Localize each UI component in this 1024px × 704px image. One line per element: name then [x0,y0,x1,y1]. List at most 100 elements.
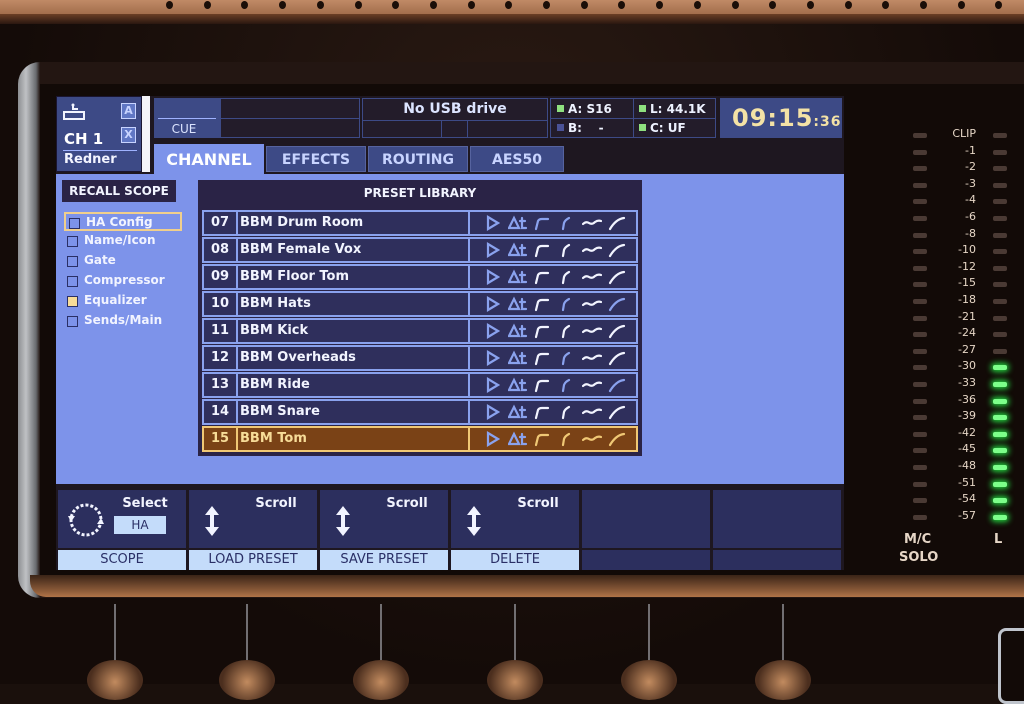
checkbox[interactable] [67,296,78,307]
meter-scale-label: -30 [958,359,976,373]
tab-effects[interactable]: EFFECTS [266,146,366,172]
rotary-encoder[interactable] [353,660,409,700]
preset-row[interactable]: 12 BBM Overheads [202,345,638,371]
clock-time: 09:15:36 [732,104,842,132]
recall-scope-item[interactable]: Equalizer [64,292,182,311]
encoder-shaft [648,604,650,664]
solo-meter-led [913,315,927,321]
rotary-icon [68,503,104,537]
checkbox[interactable] [67,256,78,267]
rotary-encoder[interactable] [755,660,811,700]
preset-row[interactable]: 14 BBM Snare [202,399,638,425]
preset-number: 11 [204,320,238,342]
preset-number: 12 [204,347,238,369]
softkey-empty[interactable] [582,490,710,570]
preset-row[interactable]: 11 BBM Kick [202,318,638,344]
gate-icon [534,350,550,370]
eq-icon [581,431,603,451]
vent-hole [882,1,890,9]
meter-scale-label: -36 [958,392,976,406]
vent-hole [241,1,249,9]
recall-scope-item[interactable]: HA Config [64,212,182,231]
status-a: A: S16 [557,102,612,116]
tab-aes50[interactable]: AES50 [470,146,564,172]
meter-scale-label: -21 [958,309,976,323]
softkey-scope[interactable]: Select HA SCOPE [58,490,186,570]
preset-library-title: PRESET LIBRARY [363,186,477,200]
channel-color-bar [142,96,150,172]
meter-scale-label: -51 [958,475,976,489]
tab-routing[interactable]: ROUTING [368,146,468,172]
preset-row[interactable]: 07 BBM Drum Room [202,210,638,236]
softkey-action: Scroll [517,496,559,511]
meter-scale-label: -2 [965,160,976,174]
softkey-delete[interactable]: Scroll DELETE [451,490,579,570]
lcd-screen: A X CH 1 Redner CUE No USB drive A: S16 … [56,96,844,570]
divider [158,118,216,119]
solo-meter-led [913,481,927,487]
preset-row[interactable]: 15 BBM Tom [202,426,638,452]
checkbox[interactable] [69,218,80,229]
meter-label-l: L [994,532,1003,547]
solo-meter-led [913,133,927,138]
status-indicator-icon [557,124,564,131]
microphone-icon [63,103,85,120]
top-vent-strip [0,0,1024,14]
meter-scale-label: -57 [958,508,976,522]
compressor-icon [560,242,576,262]
meter-label-mc: M/C [904,532,932,547]
softkey-save-preset[interactable]: Scroll SAVE PRESET [320,490,448,570]
left-meter-led [993,514,1007,520]
solo-meter-led [913,431,927,437]
left-meter-led [993,365,1007,371]
preset-scope-icons [468,374,638,396]
softkey-label: SAVE PRESET [320,550,448,570]
vent-hole [429,1,437,9]
eq-icon [581,296,603,316]
preset-row[interactable]: 13 BBM Ride [202,372,638,398]
usb-status: No USB drive [362,98,548,138]
preset-row[interactable]: 10 BBM Hats [202,291,638,317]
gate-icon [534,269,550,289]
rotary-encoder[interactable] [621,660,677,700]
softkey-label: DELETE [451,550,579,570]
solo-meter-led [913,166,927,172]
left-meter-led [993,149,1007,155]
softkey-empty[interactable] [713,490,841,570]
preamp-icon [486,404,501,424]
rotary-encoder[interactable] [87,660,143,700]
preset-scope-icons [468,266,638,288]
recall-scope-item[interactable]: Sends/Main [64,312,182,331]
preset-name: BBM Hats [240,296,311,311]
recall-scope-item[interactable]: Name/Icon [64,232,182,251]
preamp-icon [486,377,501,397]
up-down-arrow-icon [467,506,481,536]
eq-icon [581,215,603,235]
cue-box: CUE [154,98,220,138]
solo-meter-led [913,415,927,421]
side-button[interactable] [998,628,1024,704]
channel-info[interactable]: A X CH 1 Redner [56,96,142,172]
preset-name: BBM Snare [240,404,320,419]
rotary-encoder[interactable] [487,660,543,700]
eq-icon [581,377,603,397]
softkey-action: Scroll [386,496,428,511]
left-meter-led [993,166,1007,172]
tab-channel[interactable]: CHANNEL [154,144,264,174]
checkbox[interactable] [67,316,78,327]
rotary-encoder[interactable] [219,660,275,700]
softkey-load-preset[interactable]: Scroll LOAD PRESET [189,490,317,570]
left-meter-led [993,265,1007,271]
left-meter-led [993,415,1007,421]
recall-scope-item[interactable]: Gate [64,252,182,271]
eq-icon [581,269,603,289]
recall-scope-item[interactable]: Compressor [64,272,182,291]
preset-row[interactable]: 08 BBM Female Vox [202,237,638,263]
meter-label-solo: SOLO [899,550,939,565]
preset-row[interactable]: 09 BBM Floor Tom [202,264,638,290]
eq-icon [581,404,603,424]
delay-icon [507,431,528,451]
checkbox[interactable] [67,276,78,287]
checkbox[interactable] [67,236,78,247]
sends-icon [608,404,626,424]
